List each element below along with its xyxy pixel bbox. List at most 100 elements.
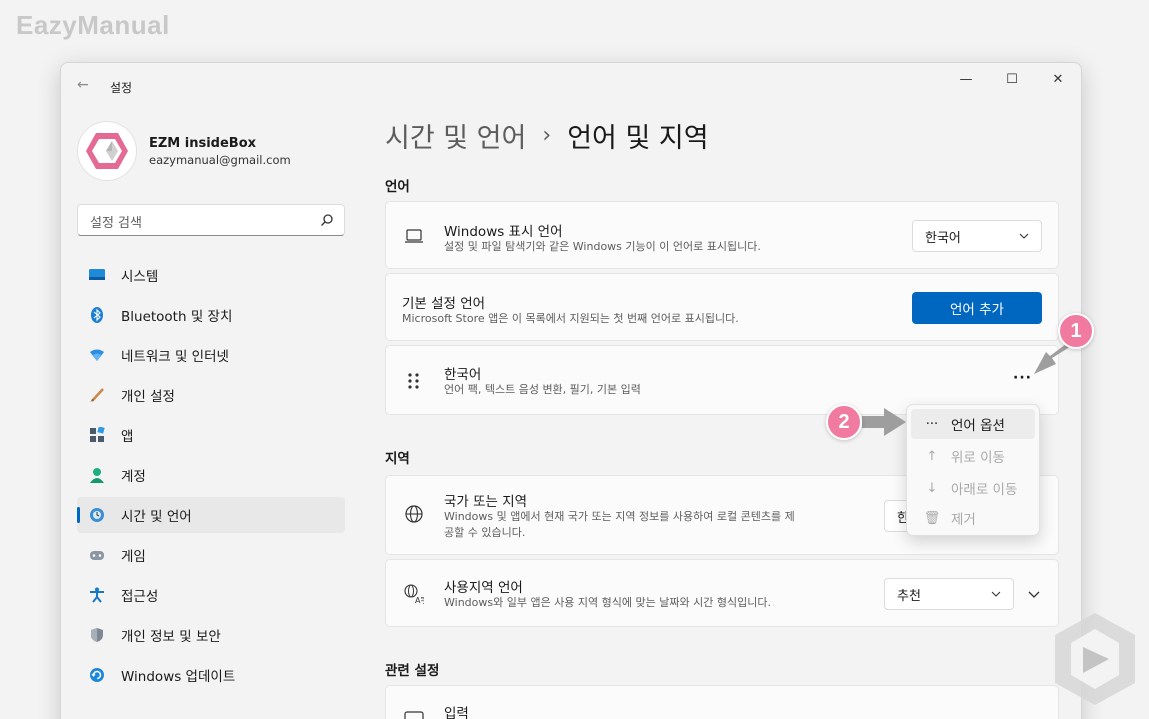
breadcrumb-separator: › (542, 122, 552, 148)
keyboard-icon (404, 711, 424, 719)
arrow-up-icon: ↑ (926, 448, 938, 464)
accessibility-icon (90, 587, 104, 603)
sidebar-item-label: 네트워크 및 인터넷 (121, 349, 229, 365)
chevron-down-icon (1019, 233, 1029, 239)
laptop-icon (405, 229, 423, 243)
breadcrumb: 시간 및 언어 › 언어 및 지역 (385, 113, 1059, 157)
regional-format-desc: Windows와 일부 앱은 사용 지역 형식에 맞는 날짜와 시간 형식입니다… (444, 596, 771, 609)
korean-language-desc: 언어 팩, 텍스트 음성 변환, 필기, 기본 입력 (444, 383, 641, 396)
display-language-value: 한국어 (925, 230, 961, 246)
sidebar-item-network[interactable]: 네트워크 및 인터넷 (77, 337, 345, 373)
trash-icon: 🗑 (923, 510, 941, 526)
windows-update-icon (90, 668, 104, 682)
regional-format-title: 사용지역 언어 (444, 580, 523, 596)
minimize-button[interactable]: — (943, 63, 989, 95)
breadcrumb-parent[interactable]: 시간 및 언어 (385, 116, 526, 155)
settings-window: ← 설정 — ☐ ✕ EZM insideBox eazymanual@gmai… (60, 62, 1082, 719)
language-context-menu: ··· 언어 옵션 ↑ 위로 이동 ↓ 아래로 이동 🗑 제거 (906, 404, 1040, 536)
shield-icon (91, 628, 103, 642)
search-input[interactable]: 설정 검색 (77, 204, 345, 236)
title-bar: ← 설정 — ☐ ✕ (61, 63, 1081, 109)
chevron-down-icon (991, 591, 1001, 597)
sidebar-item-windows-update[interactable]: Windows 업데이트 (77, 657, 345, 693)
brand-watermark: EazyManual (16, 10, 170, 40)
system-icon (89, 269, 105, 280)
section-title-region: 지역 (385, 451, 410, 467)
sidebar-item-gaming[interactable]: 게임 (77, 537, 345, 573)
display-language-desc: 설정 및 파일 탐색기와 같은 Windows 기능이 이 언어로 표시됩니다. (444, 240, 761, 253)
sidebar-item-label: 시스템 (121, 269, 159, 285)
annotation-arrow-2 (862, 408, 906, 436)
app-title: 설정 (110, 81, 133, 95)
sidebar-item-label: 개인 정보 및 보안 (121, 629, 221, 645)
annotation-badge-1: 1 (1058, 313, 1094, 349)
display-language-card: Windows 표시 언어 설정 및 파일 탐색기와 같은 Windows 기능… (385, 201, 1059, 269)
gaming-icon (90, 551, 104, 560)
display-language-title: Windows 표시 언어 (444, 224, 563, 240)
network-icon (90, 349, 104, 361)
menu-item-label: 제거 (951, 512, 976, 528)
regional-format-dropdown[interactable]: 추천 (884, 578, 1014, 610)
preferred-languages-card: 기본 설정 언어 Microsoft Store 앱은 이 목록에서 지원되는 … (385, 273, 1059, 341)
sidebar-item-accessibility[interactable]: 접근성 (77, 577, 345, 613)
sidebar-item-label: 접근성 (121, 589, 159, 605)
menu-item-label: 언어 옵션 (951, 418, 1005, 434)
main-content: 시간 및 언어 › 언어 및 지역 언어 Windows 표시 언어 설정 및 … (385, 113, 1059, 719)
preferred-languages-desc: Microsoft Store 앱은 이 목록에서 지원되는 첫 번째 언어로 … (402, 312, 739, 325)
sidebar-item-personalization[interactable]: 개인 설정 (77, 377, 345, 413)
input-settings-card[interactable]: 입력 (385, 685, 1059, 719)
country-region-desc: Windows 및 앱에서 현재 국가 또는 지역 정보를 사용하여 로컬 콘텐… (444, 510, 795, 523)
page-title: 언어 및 지역 (567, 122, 709, 154)
profile-email: eazymanual@gmail.com (149, 152, 291, 167)
drag-handle-icon[interactable] (404, 371, 424, 391)
menu-item-move-up[interactable]: ↑ 위로 이동 (911, 441, 1035, 471)
search-icon[interactable] (320, 213, 334, 227)
user-profile[interactable]: EZM insideBox eazymanual@gmail.com (77, 121, 291, 181)
sidebar-item-system[interactable]: 시스템 (77, 257, 345, 293)
back-arrow-icon[interactable]: ← (77, 77, 93, 93)
menu-item-language-options[interactable]: ··· 언어 옵션 (911, 409, 1035, 439)
maximize-button[interactable]: ☐ (989, 63, 1035, 95)
personalization-icon (90, 388, 104, 402)
search-placeholder: 설정 검색 (90, 216, 142, 231)
globe-icon (405, 505, 423, 523)
menu-item-remove[interactable]: 🗑 제거 (911, 503, 1035, 533)
menu-item-label: 위로 이동 (951, 450, 1005, 466)
avatar[interactable] (77, 121, 137, 181)
sidebar-item-accounts[interactable]: 계정 (77, 457, 345, 493)
menu-item-label: 아래로 이동 (951, 482, 1018, 498)
avatar-logo-icon (86, 133, 128, 169)
sidebar-item-time-language[interactable]: 시간 및 언어 (77, 497, 345, 533)
close-button[interactable]: ✕ (1035, 63, 1081, 95)
display-language-dropdown[interactable]: 한국어 (912, 220, 1042, 252)
sidebar-item-label: Windows 업데이트 (121, 669, 236, 685)
more-icon: ··· (925, 416, 939, 432)
sidebar-item-label: Bluetooth 및 장치 (121, 309, 233, 325)
expand-chevron-icon[interactable] (1028, 588, 1040, 600)
sidebar-item-apps[interactable]: 앱 (77, 417, 345, 453)
sidebar-item-label: 계정 (121, 469, 146, 485)
country-region-title: 국가 또는 지역 (444, 494, 528, 510)
country-region-desc-line2: 공할 수 있습니다. (444, 526, 526, 539)
sidebar-item-label: 개인 설정 (121, 389, 175, 405)
profile-name: EZM insideBox (149, 135, 257, 151)
section-title-language: 언어 (385, 179, 410, 195)
sidebar-item-privacy[interactable]: 개인 정보 및 보안 (77, 617, 345, 653)
korean-language-title: 한국어 (444, 367, 482, 383)
language-format-icon: A字 (404, 584, 424, 604)
sidebar-item-bluetooth[interactable]: Bluetooth 및 장치 (77, 297, 345, 333)
preferred-languages-title: 기본 설정 언어 (402, 296, 486, 312)
menu-item-move-down[interactable]: ↓ 아래로 이동 (911, 473, 1035, 503)
regional-format-card: A字 사용지역 언어 Windows와 일부 앱은 사용 지역 형식에 맞는 날… (385, 559, 1059, 627)
sidebar-item-label: 시간 및 언어 (121, 509, 192, 525)
bluetooth-icon (91, 307, 103, 323)
sidebar-item-label: 앱 (121, 429, 134, 445)
section-title-related: 관련 설정 (385, 663, 440, 679)
more-options-icon[interactable]: ··· (1013, 370, 1032, 386)
sidebar-item-label: 게임 (121, 549, 146, 565)
time-language-icon (90, 508, 104, 522)
arrow-down-icon: ↓ (926, 480, 938, 496)
add-language-button[interactable]: 언어 추가 (912, 292, 1042, 324)
sidebar-nav: 시스템 Bluetooth 및 장치 네트워크 및 인터넷 개인 설정 앱 계정… (77, 257, 345, 697)
svg-text:A字: A字 (415, 595, 424, 604)
